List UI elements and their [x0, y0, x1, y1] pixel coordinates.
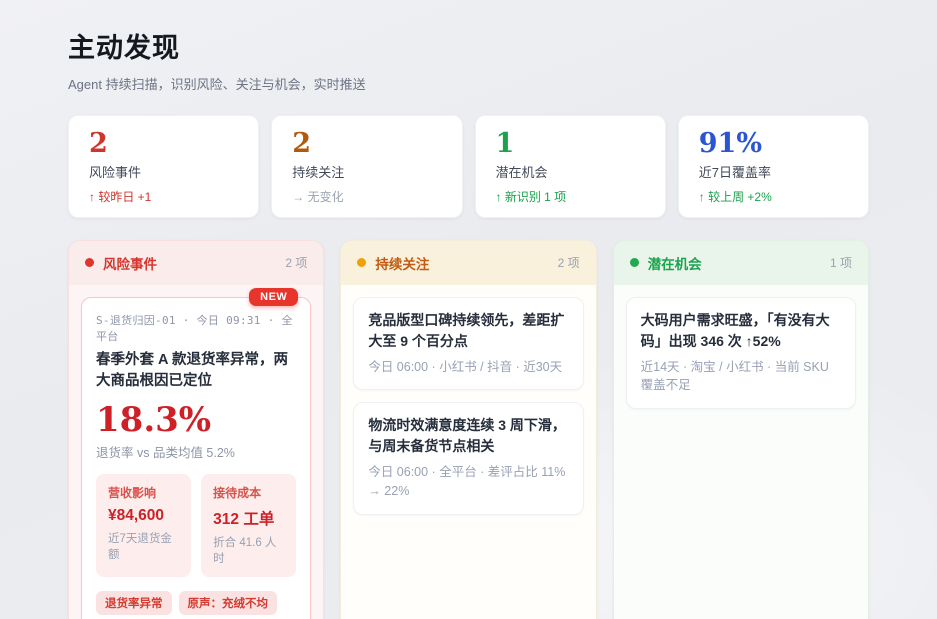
impact-value: ¥84,600 [108, 506, 165, 524]
card-title: 春季外套 A 款退货率异常，两大商品根因已定位 [96, 351, 288, 390]
new-badge: NEW [249, 287, 299, 306]
tag-voice-uneven-filling: 原声：充绒不均 [178, 590, 277, 615]
green-dot-icon [629, 258, 639, 268]
impact-label: 接待成本 [213, 485, 262, 500]
risk-column-body: NEW S-退货归因-01 · 今日 09:31 · 全平台 春季外套 A 款退… [69, 285, 323, 619]
active-discovery-page: 主动发现 Agent 持续扫描，识别风险、关注与机会，实时推送 2 风险事件 ↑… [0, 0, 937, 619]
risk-column-title: 风险事件 [103, 256, 157, 272]
card-meta: 今日 06:00 · 全平台 · 差评占比 11% → 22% [368, 465, 566, 499]
card-title: 物流时效满意度连续 3 周下滑，与周末备货节点相关 [368, 417, 566, 455]
tag-return-rate-anomaly: 退货率异常 [96, 590, 172, 615]
impact-support-cost: 接待成本 312 工单 折合 41.6 人时 [201, 473, 297, 577]
card-title: 竞品版型口碑持续领先，差距扩大至 9 个百分点 [368, 311, 565, 349]
orange-dot-icon [357, 258, 367, 268]
stat-card-opportunities[interactable]: 1 潜在机会 ↑ 新识别 1 项 [474, 115, 666, 218]
stat-card-coverage[interactable]: 91% 近7日覆盖率 ↑ 较上周 +2% [677, 115, 869, 218]
stats-row: 2 风险事件 ↑ 较昨日 +1 2 持续关注 → 无变化 1 潜在机会 ↑ 新识… [68, 115, 869, 218]
impact-revenue: 营收影响 ¥84,600 近7天退货金额 [96, 473, 192, 577]
risk-column-header: 风险事件 2 项 [69, 240, 324, 285]
risk-column-count: 2 项 [285, 256, 308, 271]
opportunity-column-count: 1 项 [829, 256, 852, 271]
risk-column: 风险事件 2 项 NEW S-退货归因-01 · 今日 09:31 · 全平台 … [68, 239, 325, 619]
card-meta: 近14天 · 淘宝 / 小红书 · 当前 SKU 覆盖不足 [640, 359, 829, 393]
watch-card-logistics-satisfaction[interactable]: 物流时效满意度连续 3 周下滑，与周末备货节点相关 今日 06:00 · 全平台… [353, 402, 584, 515]
opportunity-column-header: 潜在机会 1 项 [613, 240, 868, 285]
impact-label: 营收影响 [108, 485, 157, 500]
watch-column-header: 持续关注 2 项 [341, 240, 596, 285]
opportunity-column: 潜在机会 1 项 大码用户需求旺盛，「有没有大码」出现 346 次 ↑52% 近… [612, 239, 869, 619]
stat-label: 风险事件 [89, 164, 142, 180]
page-subtitle: Agent 持续扫描，识别风险、关注与机会，实时推送 [68, 77, 366, 92]
stat-label: 持续关注 [292, 164, 345, 180]
stat-delta: ↑ 较上周 +2% [698, 189, 772, 204]
watch-column: 持续关注 2 项 竞品版型口碑持续领先，差距扩大至 9 个百分点 今日 06:0… [340, 239, 597, 619]
tag-list: 退货率异常 原声：充绒不均 尺码表偏差 [96, 590, 296, 619]
card-title: 大码用户需求旺盛，「有没有大码」出现 346 次 ↑52% [640, 311, 830, 349]
stat-label: 潜在机会 [495, 164, 548, 180]
stat-value: 2 [292, 128, 312, 159]
risk-card-return-anomaly[interactable]: NEW S-退货归因-01 · 今日 09:31 · 全平台 春季外套 A 款退… [81, 287, 312, 619]
kanban-board: 风险事件 2 项 NEW S-退货归因-01 · 今日 09:31 · 全平台 … [68, 239, 869, 619]
watch-column-title: 持续关注 [375, 256, 430, 272]
return-rate-caption: 退货率 vs 品类均值 5.2% [96, 445, 235, 460]
card-meta: 今日 06:00 · 小红书 / 抖音 · 近30天 [368, 359, 563, 374]
stat-value: 91% [698, 128, 762, 159]
page-header: 主动发现 Agent 持续扫描，识别风险、关注与机会，实时推送 [68, 26, 869, 93]
stat-card-risk-events[interactable]: 2 风险事件 ↑ 较昨日 +1 [68, 115, 260, 218]
stat-delta: ↑ 较昨日 +1 [89, 189, 152, 204]
stat-card-watch-items[interactable]: 2 持续关注 → 无变化 [271, 115, 463, 218]
opportunity-column-body: 大码用户需求旺盛，「有没有大码」出现 346 次 ↑52% 近14天 · 淘宝 … [614, 285, 868, 619]
stat-value: 2 [89, 128, 108, 159]
watch-column-body: 竞品版型口碑持续领先，差距扩大至 9 个百分点 今日 06:00 · 小红书 /… [341, 285, 595, 619]
watch-card-competitor-lead[interactable]: 竞品版型口碑持续领先，差距扩大至 9 个百分点 今日 06:00 · 小红书 /… [353, 296, 584, 391]
watch-column-count: 2 项 [557, 256, 580, 271]
stat-value: 1 [495, 128, 515, 159]
stat-label: 近7日覆盖率 [698, 164, 771, 180]
return-rate-value: 18.3% [96, 400, 212, 441]
opportunity-column-title: 潜在机会 [647, 256, 702, 272]
card-meta-source: S-退货归因-01 · 今日 09:31 · 全平台 [96, 313, 293, 343]
stat-delta: ↑ 新识别 1 项 [495, 189, 567, 204]
impact-metrics: 营收影响 ¥84,600 近7天退货金额 接待成本 312 工单 折合 41.6… [96, 473, 297, 577]
opportunity-card-plus-size-demand[interactable]: 大码用户需求旺盛，「有没有大码」出现 346 次 ↑52% 近14天 · 淘宝 … [625, 296, 856, 410]
impact-sub: 近7天退货金额 [108, 532, 172, 561]
page-title: 主动发现 [68, 33, 180, 64]
stat-delta: → 无变化 [292, 189, 344, 204]
impact-sub: 折合 41.6 人时 [213, 536, 277, 565]
red-dot-icon [85, 258, 94, 268]
impact-value: 312 工单 [213, 510, 275, 528]
